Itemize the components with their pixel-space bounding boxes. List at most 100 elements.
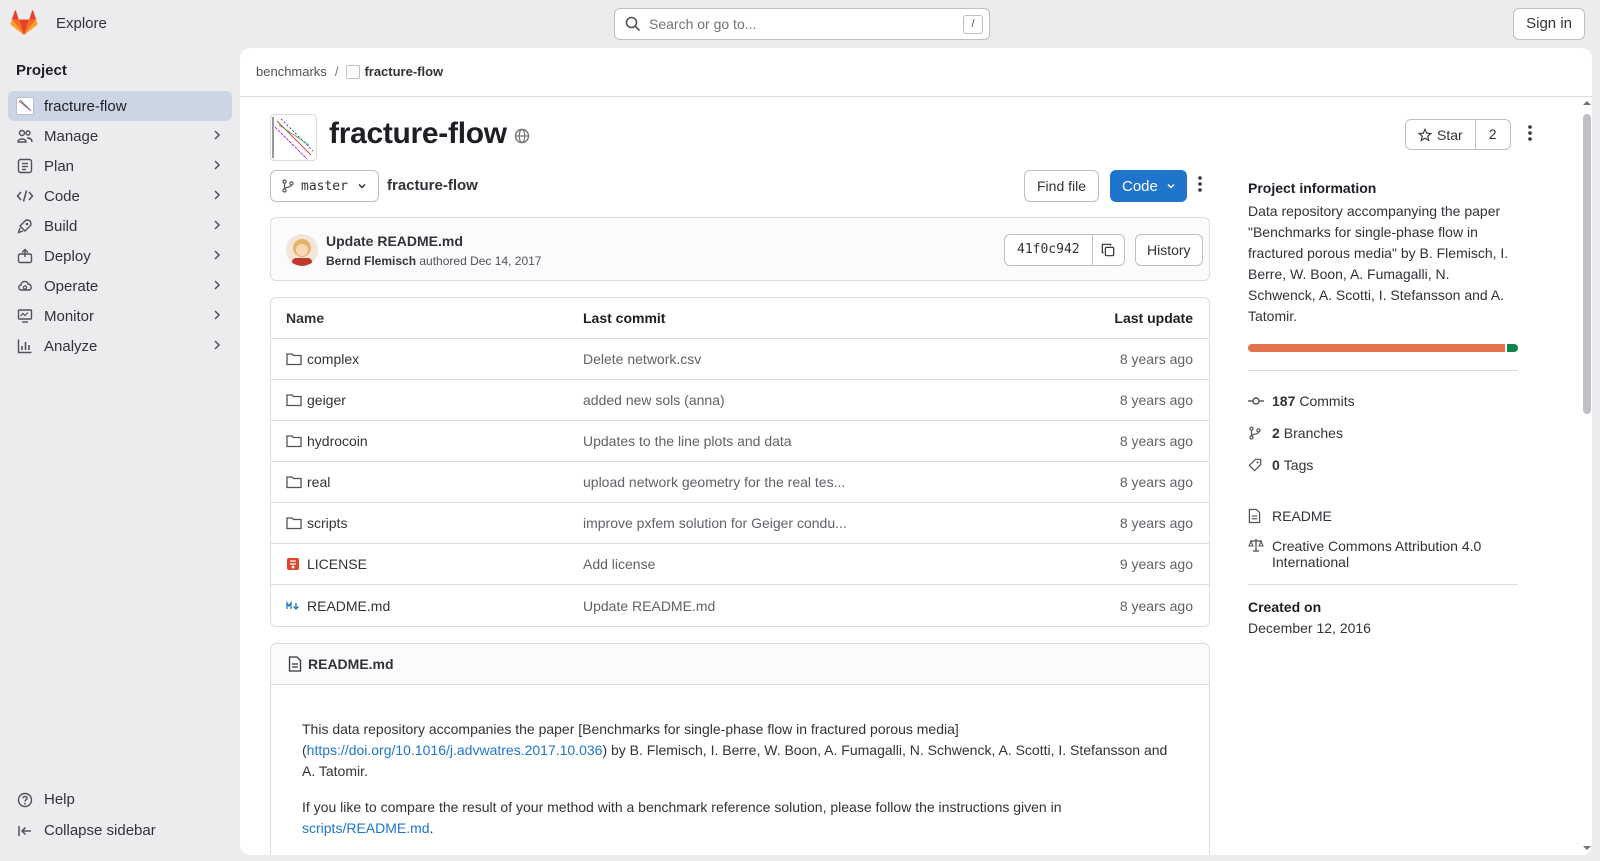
file-name[interactable]: real <box>307 474 330 490</box>
star-button-group: Star 2 <box>1405 119 1511 150</box>
gitlab-logo-icon[interactable] <box>10 10 38 36</box>
commit-meta: Bernd Flemisch authored Dec 14, 2017 <box>326 254 541 268</box>
repo-more-actions-icon[interactable] <box>1198 175 1202 196</box>
project-info-heading: Project information <box>1248 180 1377 196</box>
breadcrumb-parent[interactable]: benchmarks <box>256 64 327 79</box>
sidebar-item-build[interactable]: Build <box>8 211 232 241</box>
repo-path[interactable]: fracture-flow <box>387 177 478 194</box>
header-divider <box>240 96 1592 97</box>
search-input[interactable]: Search or go to... / <box>614 8 990 40</box>
commit-author[interactable]: Bernd Flemisch <box>326 254 416 268</box>
copy-icon[interactable] <box>1093 235 1124 265</box>
star-count[interactable]: 2 <box>1476 120 1510 149</box>
commits-link[interactable]: 187 Commits <box>1248 385 1518 417</box>
chevron-right-icon <box>212 308 222 326</box>
chevron-right-icon <box>212 248 222 266</box>
table-row[interactable]: README.md Update README.md 8 years ago <box>271 585 1209 626</box>
question-icon <box>16 791 34 809</box>
sign-in-button[interactable]: Sign in <box>1513 8 1585 40</box>
chevron-down-icon <box>1167 183 1175 189</box>
sidebar-item-manage[interactable]: Manage <box>8 121 232 151</box>
license-link[interactable]: Creative Commons Attribution 4.0 Interna… <box>1248 538 1518 570</box>
table-row[interactable]: hydrocoin Updates to the line plots and … <box>271 421 1209 462</box>
table-row[interactable]: LICENSE Add license 9 years ago <box>271 544 1209 585</box>
scroll-up-icon[interactable] <box>1581 98 1592 108</box>
created-heading: Created on <box>1248 599 1322 615</box>
commit-message[interactable]: upload network geometry for the real tes… <box>583 474 1023 490</box>
author-avatar[interactable] <box>286 234 318 266</box>
breadcrumb-current[interactable]: fracture-flow <box>346 64 443 79</box>
commit-sha-group: 41f0c942 <box>1004 234 1125 266</box>
collapse-label: Collapse sidebar <box>44 822 156 839</box>
file-name[interactable]: geiger <box>307 392 346 408</box>
star-label: Star <box>1437 126 1463 143</box>
collapse-sidebar-button[interactable]: Collapse sidebar <box>8 815 232 846</box>
scroll-down-icon[interactable] <box>1581 843 1592 853</box>
chevron-right-icon <box>212 338 222 356</box>
scrollbar[interactable] <box>1580 96 1592 855</box>
commit-sha[interactable]: 41f0c942 <box>1005 235 1093 265</box>
commit-message[interactable]: Add license <box>583 556 1023 572</box>
branch-name: master <box>301 178 348 194</box>
project-description: Data repository accompanying the paper "… <box>1248 203 1509 324</box>
folder-icon <box>286 475 304 489</box>
star-button[interactable]: Star <box>1406 120 1476 149</box>
readme-filename[interactable]: README.md <box>308 656 394 672</box>
sidebar-item-label: Plan <box>44 157 75 175</box>
code-dropdown-button[interactable]: Code <box>1110 170 1187 202</box>
language-bar[interactable] <box>1248 344 1518 352</box>
table-row[interactable]: scripts improve pxfem solution for Geige… <box>271 503 1209 544</box>
table-row[interactable]: real upload network geometry for the rea… <box>271 462 1209 503</box>
rocket-icon <box>16 217 34 235</box>
file-name[interactable]: README.md <box>307 598 390 614</box>
table-row[interactable]: geiger added new sols (anna) 8 years ago <box>271 380 1209 421</box>
branch-selector[interactable]: master <box>270 170 379 202</box>
last-update: 8 years ago <box>1119 392 1193 408</box>
file-name[interactable]: scripts <box>307 515 347 531</box>
doi-link[interactable]: https://doi.org/10.1016/j.advwatres.2017… <box>307 742 603 758</box>
commit-title[interactable]: Update README.md <box>326 233 463 249</box>
branches-label: Branches <box>1283 425 1343 441</box>
more-actions-icon[interactable] <box>1528 124 1532 145</box>
readme-text: If you like to compare the result of you… <box>302 799 1062 815</box>
readme-link[interactable]: README <box>1248 508 1518 524</box>
readme-paragraph: If you like to compare the result of you… <box>302 797 1178 839</box>
scroll-thumb[interactable] <box>1583 114 1591 414</box>
explore-link[interactable]: Explore <box>56 15 107 32</box>
sidebar-item-plan[interactable]: Plan <box>8 151 232 181</box>
branch-icon <box>282 179 294 193</box>
sidebar-item-deploy[interactable]: Deploy <box>8 241 232 271</box>
breadcrumb-current-label: fracture-flow <box>364 64 444 79</box>
commits-label: Commits <box>1299 393 1355 409</box>
file-name[interactable]: LICENSE <box>307 556 367 572</box>
file-name[interactable]: complex <box>307 351 359 367</box>
sidebar-item-code[interactable]: Code <box>8 181 232 211</box>
commit-message[interactable]: improve pxfem solution for Geiger condu.… <box>583 515 1023 531</box>
sidebar-item-project[interactable]: fracture-flow <box>8 91 232 121</box>
markdown-icon <box>286 600 304 611</box>
sidebar-item-monitor[interactable]: Monitor <box>8 301 232 331</box>
scripts-readme-link[interactable]: scripts/README.md <box>302 820 430 836</box>
history-button[interactable]: History <box>1135 234 1203 266</box>
sidebar-item-operate[interactable]: Operate <box>8 271 232 301</box>
sidebar-item-label: Code <box>44 187 80 205</box>
column-header-name: Name <box>286 310 325 326</box>
sidebar-item-analyze[interactable]: Analyze <box>8 331 232 361</box>
readme-panel: README.md This data repository accompani… <box>270 643 1210 855</box>
commit-message[interactable]: Delete network.csv <box>583 351 1023 367</box>
search-shortcut: / <box>963 15 983 34</box>
commit-message[interactable]: Updates to the line plots and data <box>583 433 1023 449</box>
tags-link[interactable]: 0 Tags <box>1248 449 1518 481</box>
file-name[interactable]: hydrocoin <box>307 433 368 449</box>
project-avatar <box>270 114 317 161</box>
commit-message[interactable]: Update README.md <box>583 598 1023 614</box>
last-update: 9 years ago <box>1119 556 1193 572</box>
table-row[interactable]: complex Delete network.csv 8 years ago <box>271 339 1209 380</box>
table-header: Name Last commit Last update <box>271 298 1209 339</box>
help-button[interactable]: Help <box>8 784 232 815</box>
branches-link[interactable]: 2 Branches <box>1248 417 1518 449</box>
project-avatar-icon <box>346 64 361 79</box>
help-label: Help <box>44 791 75 808</box>
commit-message[interactable]: added new sols (anna) <box>583 392 1023 408</box>
find-file-button[interactable]: Find file <box>1024 170 1100 202</box>
